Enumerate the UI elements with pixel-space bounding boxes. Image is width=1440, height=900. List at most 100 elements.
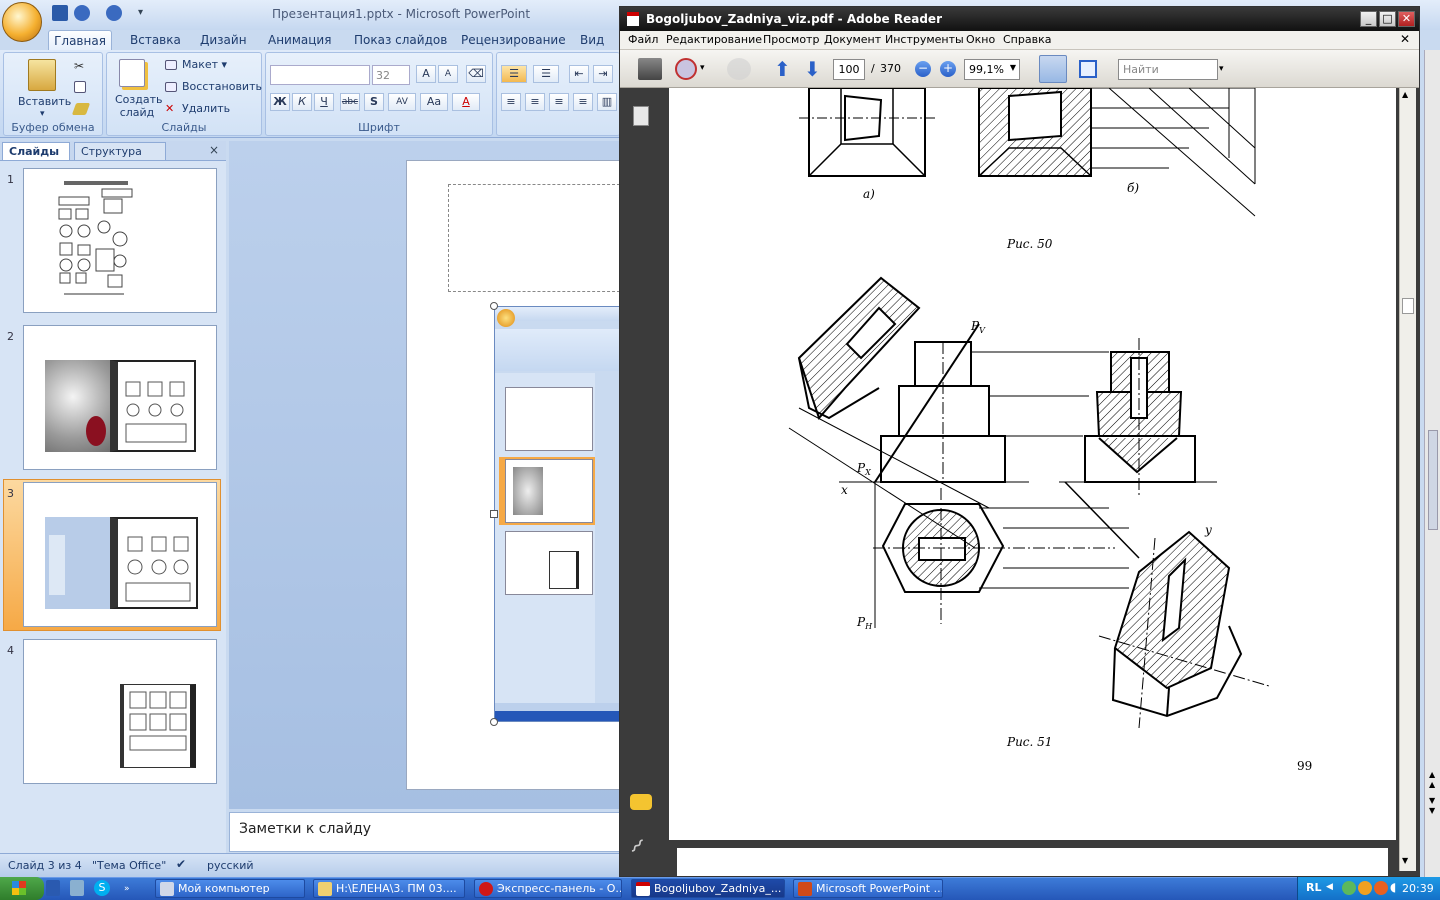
taskbar-item-my-computer[interactable]: Мой компьютер bbox=[155, 879, 305, 898]
layout-button[interactable]: Макет ▾ bbox=[182, 58, 227, 71]
shrink-font-icon[interactable]: A bbox=[438, 65, 458, 83]
columns-icon[interactable]: ▥ bbox=[597, 93, 617, 111]
clock[interactable]: 20:39 bbox=[1402, 882, 1434, 895]
align-center-icon[interactable]: ≡ bbox=[525, 93, 545, 111]
font-color-icon[interactable]: A bbox=[452, 93, 480, 111]
close-doc-icon[interactable]: ✕ bbox=[1400, 32, 1410, 46]
taskbar-item-reader[interactable]: Bogoljubov_Zadniya_... bbox=[631, 879, 785, 898]
justify-icon[interactable]: ≡ bbox=[573, 93, 593, 111]
menu-window[interactable]: Окно bbox=[966, 33, 995, 46]
quicklaunch-icon[interactable] bbox=[70, 880, 84, 896]
resize-handle[interactable] bbox=[490, 302, 498, 310]
search-input[interactable]: Найти bbox=[1118, 59, 1218, 80]
search-dropdown-icon[interactable]: ▾ bbox=[1219, 64, 1224, 74]
tab-home[interactable]: Главная bbox=[48, 30, 112, 51]
copy-icon[interactable] bbox=[74, 81, 86, 93]
language-status[interactable]: русский bbox=[207, 859, 254, 872]
outer-scroll-thumb[interactable] bbox=[1428, 430, 1438, 530]
taskbar-item-powerpoint[interactable]: Microsoft PowerPoint ... bbox=[793, 879, 943, 898]
slide-thumb-1[interactable] bbox=[23, 168, 217, 313]
menu-tools[interactable]: Инструменты bbox=[885, 33, 964, 46]
shadow-icon[interactable]: S bbox=[364, 93, 384, 111]
format-painter-icon[interactable] bbox=[71, 103, 91, 115]
menu-document[interactable]: Документ bbox=[824, 33, 881, 46]
language-indicator[interactable]: RL bbox=[1306, 881, 1321, 894]
delete-button[interactable]: Удалить bbox=[182, 102, 230, 115]
tab-insert[interactable]: Вставка bbox=[130, 30, 181, 51]
spellcheck-icon[interactable]: ✔ bbox=[176, 857, 186, 871]
print-icon[interactable] bbox=[638, 58, 662, 80]
align-left-icon[interactable]: ≡ bbox=[501, 93, 521, 111]
menu-help[interactable]: Справка bbox=[1003, 33, 1051, 46]
tab-outline[interactable]: Структура bbox=[74, 142, 166, 160]
page-number-input[interactable]: 100 bbox=[833, 59, 865, 80]
bold-icon[interactable]: Ж bbox=[270, 93, 290, 111]
resize-handle[interactable] bbox=[490, 718, 498, 726]
resize-handle[interactable] bbox=[490, 510, 498, 518]
comments-icon[interactable] bbox=[630, 794, 652, 810]
scroll-down-icon[interactable]: ▼ bbox=[1402, 856, 1408, 865]
minimize-button[interactable]: _ bbox=[1360, 11, 1377, 27]
attachments-icon[interactable]: ⌇ bbox=[625, 834, 649, 858]
paste-button[interactable]: Вставить bbox=[18, 95, 71, 108]
increase-indent-icon[interactable]: ⇥ bbox=[593, 65, 613, 83]
scroll-thumb[interactable] bbox=[1402, 298, 1414, 314]
share-icon[interactable] bbox=[675, 58, 697, 80]
scroll-up-icon[interactable]: ▲ bbox=[1402, 90, 1408, 99]
office-button[interactable] bbox=[2, 2, 42, 42]
previous-page-icon[interactable]: ⬆ bbox=[774, 57, 791, 81]
tab-view[interactable]: Вид bbox=[580, 30, 604, 51]
close-button[interactable]: ✕ bbox=[1398, 11, 1415, 27]
qat-customize-icon[interactable]: ▾ bbox=[138, 7, 143, 18]
zoom-select[interactable]: 99,1% ▼ bbox=[964, 59, 1020, 80]
start-button[interactable] bbox=[0, 877, 44, 900]
strikethrough-icon[interactable]: abc bbox=[340, 93, 360, 111]
next-page-icon[interactable]: ⬇ bbox=[804, 57, 821, 81]
paste-dropdown-icon[interactable]: ▾ bbox=[40, 109, 45, 119]
tab-slideshow[interactable]: Показ слайдов bbox=[354, 30, 447, 51]
next-slide-icon[interactable]: ▼ ▼ bbox=[1429, 796, 1435, 816]
tab-slides[interactable]: Слайды bbox=[2, 142, 70, 160]
share-dropdown-icon[interactable]: ▾ bbox=[700, 63, 705, 73]
theme-status[interactable]: "Тема Office" bbox=[92, 859, 166, 872]
word-quicklaunch-icon[interactable] bbox=[46, 880, 60, 896]
change-case-icon[interactable]: Aa bbox=[420, 93, 448, 111]
font-name-select[interactable] bbox=[270, 65, 370, 85]
tab-animation[interactable]: Анимация bbox=[268, 30, 331, 51]
tray-app-icon[interactable] bbox=[1358, 881, 1372, 895]
undo-icon[interactable] bbox=[74, 5, 90, 21]
underline-icon[interactable]: Ч bbox=[314, 93, 334, 111]
network-icon[interactable] bbox=[1342, 881, 1356, 895]
menu-view[interactable]: Просмотр bbox=[763, 33, 819, 46]
font-size-select[interactable]: 32 bbox=[372, 65, 410, 85]
pages-icon[interactable] bbox=[633, 106, 649, 126]
slide-thumb-4[interactable] bbox=[23, 639, 217, 784]
menu-edit[interactable]: Редактирование bbox=[666, 33, 762, 46]
bullets-icon[interactable]: ☰ bbox=[501, 65, 527, 83]
skype-icon[interactable]: S bbox=[94, 880, 110, 896]
collaborate-icon[interactable] bbox=[727, 58, 751, 80]
menu-file[interactable]: Файл bbox=[628, 33, 658, 46]
numbering-icon[interactable]: ☰ bbox=[533, 65, 559, 83]
zoom-out-icon[interactable]: − bbox=[915, 61, 931, 77]
pasted-screenshot[interactable] bbox=[494, 306, 620, 722]
prev-slide-icon[interactable]: ▲ ▲ bbox=[1429, 770, 1435, 790]
close-panel-icon[interactable]: × bbox=[209, 143, 219, 157]
pdf-page[interactable]: a) б) Рис. 50 Рис. 51 99 PV PX PH x y bbox=[669, 87, 1396, 840]
slide-thumb-3[interactable] bbox=[23, 482, 217, 627]
title-placeholder[interactable] bbox=[448, 184, 620, 292]
new-slide-button[interactable]: Создать слайд bbox=[115, 93, 163, 119]
cut-icon[interactable]: ✂ bbox=[74, 59, 88, 73]
clear-format-icon[interactable]: ⌫ bbox=[466, 65, 486, 83]
tab-design[interactable]: Дизайн bbox=[200, 30, 247, 51]
save-icon[interactable] bbox=[52, 5, 68, 21]
maximize-button[interactable]: □ bbox=[1379, 11, 1396, 27]
italic-icon[interactable]: К bbox=[292, 93, 312, 111]
fit-width-icon[interactable] bbox=[1079, 60, 1097, 78]
tray-app-icon[interactable] bbox=[1374, 881, 1388, 895]
taskbar-item-folder[interactable]: H:\ЕЛЕНА\3. ПМ 03.... bbox=[313, 879, 465, 898]
tray-expand-icon[interactable]: ◀ bbox=[1326, 882, 1333, 892]
taskbar-item-opera[interactable]: Экспресс-панель - О... bbox=[474, 879, 622, 898]
zoom-in-icon[interactable]: + bbox=[940, 61, 956, 77]
reset-button[interactable]: Восстановить bbox=[182, 80, 262, 93]
